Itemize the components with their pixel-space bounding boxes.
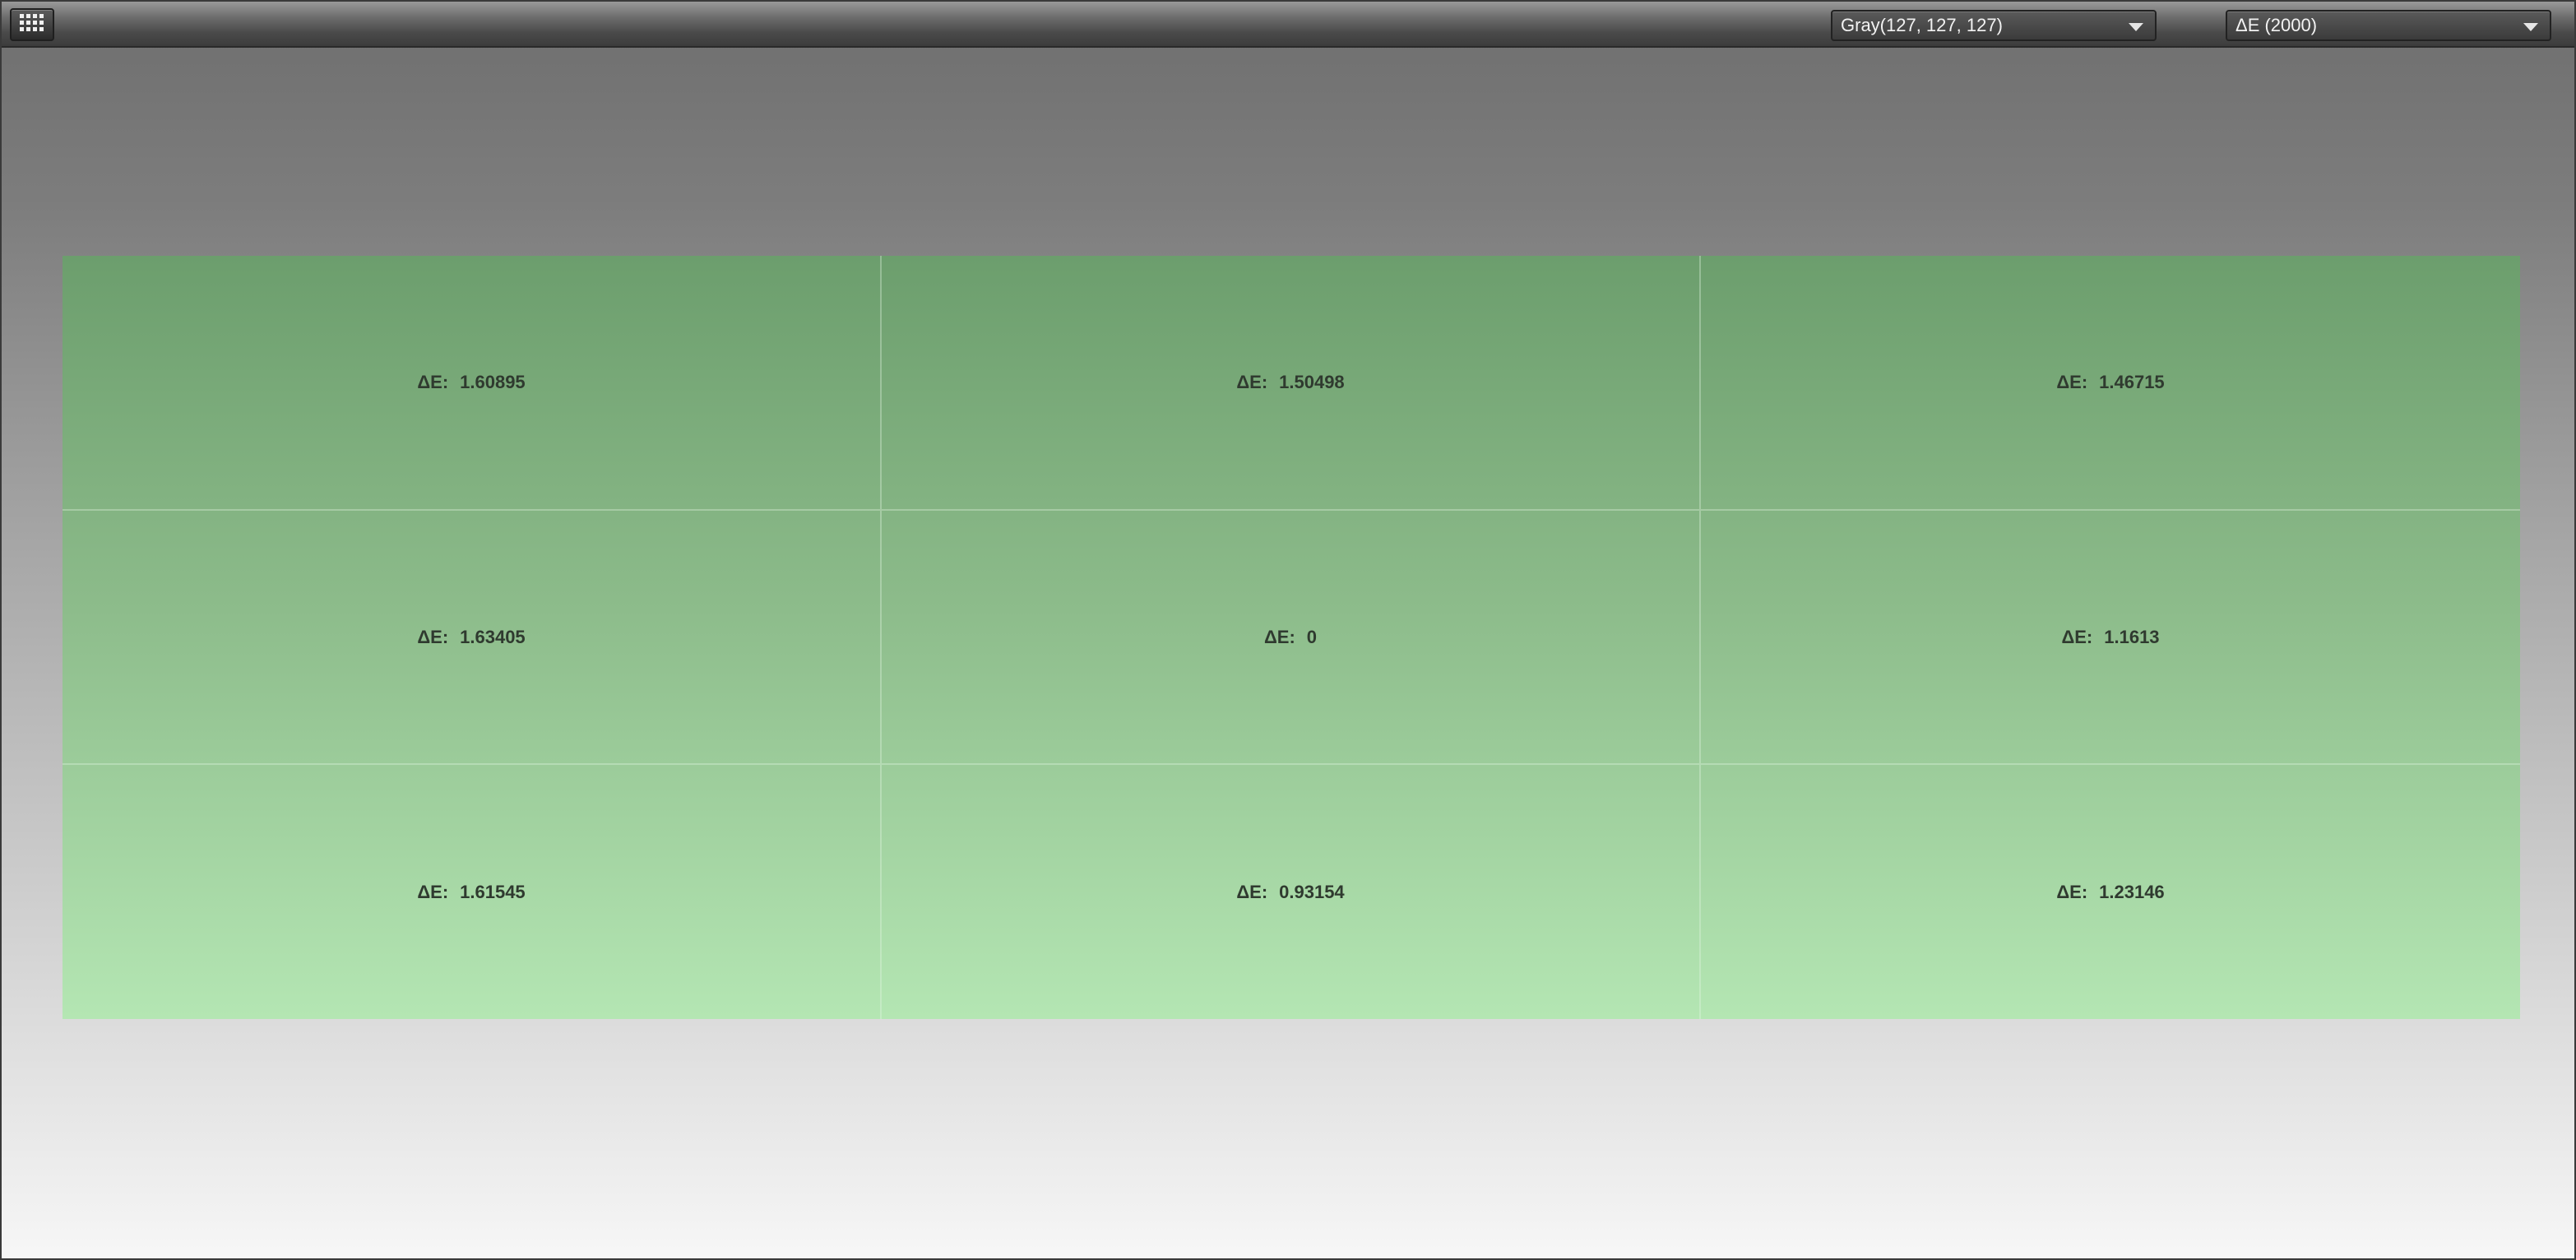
delta-e-cell[interactable]: ΔE: 1.46715 (1701, 256, 2520, 511)
delta-e-cell[interactable]: ΔE: 1.50498 (882, 256, 1701, 511)
delta-e-value: 1.1613 (2104, 626, 2160, 647)
delta-e-value: 1.63405 (460, 626, 526, 647)
delta-e-value: 1.50498 (1279, 372, 1345, 392)
delta-e-cell[interactable]: ΔE: 1.23146 (1701, 765, 2520, 1019)
delta-e-label: ΔE: (2056, 372, 2088, 392)
delta-e-cell[interactable]: ΔE: 1.61545 (63, 765, 882, 1019)
delta-e-matrix: ΔE: 1.60895 ΔE: 1.50498 ΔE: 1.46715 ΔE: … (63, 256, 2520, 1019)
delta-e-metric-select[interactable]: ΔE (2000) (2226, 10, 2551, 41)
delta-e-label: ΔE: (1263, 626, 1295, 647)
chevron-down-icon (2129, 23, 2143, 31)
delta-e-label: ΔE: (2056, 881, 2088, 902)
color-select-value: Gray(127, 127, 127) (1841, 15, 2003, 35)
delta-e-cell-center[interactable]: ΔE: 0 (882, 511, 1701, 765)
delta-e-value: 1.60895 (460, 372, 526, 392)
toolbar: Gray(127, 127, 127) ΔE (2000) (2, 2, 2574, 48)
chevron-down-icon (2523, 23, 2538, 31)
color-select[interactable]: Gray(127, 127, 127) (1831, 10, 2157, 41)
delta-e-label: ΔE: (2061, 626, 2093, 647)
delta-e-label: ΔE: (417, 372, 449, 392)
delta-e-label: ΔE: (417, 881, 449, 902)
delta-e-label: ΔE: (417, 626, 449, 647)
grid-icon (19, 13, 45, 37)
delta-e-cell[interactable]: ΔE: 1.60895 (63, 256, 882, 511)
delta-e-value: 1.61545 (460, 881, 526, 902)
delta-e-value: 0 (1306, 626, 1318, 647)
app-window: Gray(127, 127, 127) ΔE (2000) ΔE: 1.6089… (0, 0, 2576, 1260)
delta-e-cell[interactable]: ΔE: 0.93154 (882, 765, 1701, 1019)
delta-e-cell[interactable]: ΔE: 1.1613 (1701, 511, 2520, 765)
delta-e-value: 0.93154 (1279, 881, 1345, 902)
grid-view-button[interactable] (10, 8, 54, 41)
delta-e-label: ΔE: (1236, 881, 1268, 902)
delta-e-value: 1.23146 (2099, 881, 2165, 902)
delta-e-value: 1.46715 (2099, 372, 2165, 392)
delta-e-cell[interactable]: ΔE: 1.63405 (63, 511, 882, 765)
metric-select-value: ΔE (2000) (2235, 15, 2318, 35)
delta-e-label: ΔE: (1236, 372, 1268, 392)
